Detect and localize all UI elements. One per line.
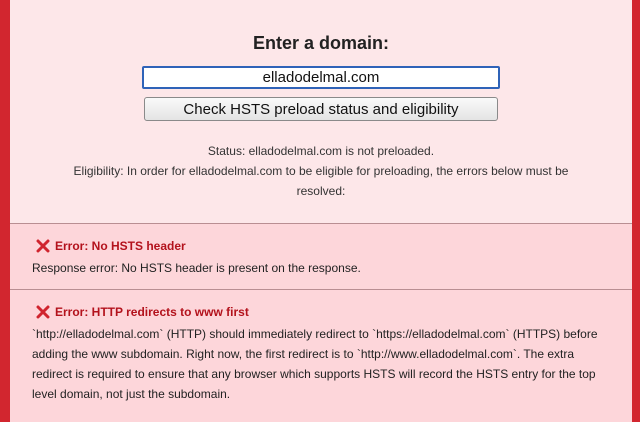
x-mark-icon	[36, 239, 50, 253]
form-heading: Enter a domain:	[252, 33, 390, 53]
error-body: `http://elladodelmal.com` (HTTP) should …	[32, 327, 598, 401]
x-mark-icon	[36, 305, 50, 319]
main-panel: Enter a domain: Check HSTS preload statu…	[10, 0, 632, 422]
error-no-hsts-header: Error: No HSTS header Response error: No…	[10, 223, 632, 289]
error-title: Error: No HSTS header	[32, 238, 610, 254]
error-redirects-to-www: Error: HTTP redirects to www first `http…	[10, 289, 632, 422]
status-block: Status: elladodelmal.com is not preloade…	[10, 141, 632, 201]
error-title-text: Error: HTTP redirects to www first	[55, 305, 249, 319]
check-status-button[interactable]: Check HSTS preload status and eligibilit…	[144, 97, 498, 121]
domain-input[interactable]	[142, 66, 500, 89]
error-title: Error: HTTP redirects to www first	[32, 304, 610, 320]
error-title-text: Error: No HSTS header	[55, 239, 186, 253]
eligibility-text: Eligibility: In order for elladodelmal.c…	[73, 164, 569, 198]
error-body: Response error: No HSTS header is presen…	[32, 261, 361, 275]
domain-form: Enter a domain: Check HSTS preload statu…	[10, 0, 632, 201]
status-text: Status: elladodelmal.com is not preloade…	[207, 144, 435, 158]
